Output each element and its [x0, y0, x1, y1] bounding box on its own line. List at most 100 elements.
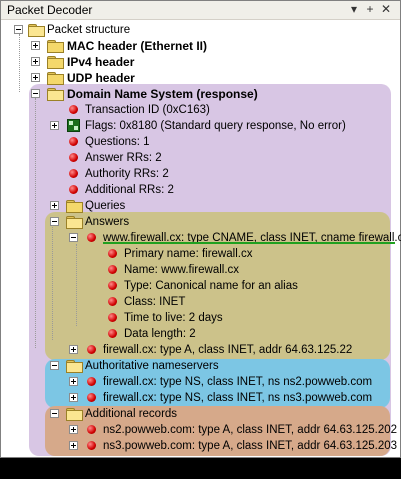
expand-toggle[interactable] — [50, 201, 59, 210]
pin-icon[interactable]: + — [363, 2, 377, 16]
expand-toggle[interactable] — [50, 121, 59, 130]
tree-row-flags[interactable]: Flags: 0x8180 (Standard query response, … — [1, 118, 346, 134]
collapse-toggle[interactable] — [14, 25, 23, 34]
tree-label: Transaction ID (0xC163) — [85, 104, 210, 116]
folder-open-icon — [47, 88, 64, 101]
tree-label: Queries — [85, 200, 126, 212]
folder-icon — [66, 200, 83, 213]
tree-label: Flags: 0x8180 (Standard query response, … — [85, 120, 346, 132]
tree-row-answer-field[interactable]: Class: INET — [1, 294, 301, 310]
collapse-toggle[interactable] — [69, 233, 78, 242]
folder-open-icon — [66, 360, 83, 373]
field-bullet-icon — [69, 185, 78, 194]
record-bullet-icon — [87, 345, 96, 354]
tree-row-authority-rrs[interactable]: Authority RRs: 2 — [1, 166, 301, 182]
field-bullet-icon — [69, 137, 78, 146]
tree-label: firewall.cx: type NS, class INET, ns ns3… — [103, 392, 373, 404]
tree-label: Primary name: firewall.cx — [124, 248, 253, 260]
close-icon[interactable]: ✕ — [379, 2, 393, 16]
tree-row-dns[interactable]: Domain Name System (response) — [1, 86, 361, 102]
tree-row-mac-header[interactable]: MAC header (Ethernet II) — [1, 38, 301, 54]
folder-open-icon — [28, 24, 45, 37]
tree-label: UDP header — [67, 71, 135, 85]
folder-open-icon — [66, 408, 83, 421]
expand-toggle[interactable] — [69, 393, 78, 402]
field-bullet-icon — [69, 105, 78, 114]
collapse-toggle[interactable] — [50, 409, 59, 418]
tree-label: Additional RRs: 2 — [85, 184, 174, 196]
window-title: Packet Decoder — [7, 3, 93, 17]
tree-row-additional[interactable]: Additional records — [1, 406, 301, 422]
tree-label: firewall.cx: type NS, class INET, ns ns2… — [103, 376, 373, 388]
tree-label: Authoritative nameservers — [85, 360, 219, 372]
tree-row-queries[interactable]: Queries — [1, 198, 301, 214]
tree-row-answer-field[interactable]: Time to live: 2 days — [1, 310, 301, 326]
tree-row-answer-field[interactable]: Primary name: firewall.cx — [1, 246, 301, 262]
folder-icon — [47, 40, 64, 53]
flags-icon — [67, 119, 80, 132]
field-bullet-icon — [108, 281, 117, 290]
collapse-toggle[interactable] — [50, 217, 59, 226]
packet-tree: Packet structure MAC header (Ethernet II… — [1, 20, 401, 457]
expand-toggle[interactable] — [69, 345, 78, 354]
folder-open-icon — [66, 216, 83, 229]
tree-row-additional-a[interactable]: ns2.powweb.com: type A, class INET, addr… — [1, 422, 397, 438]
tree-label: firewall.cx: type A, class INET, addr 64… — [103, 344, 353, 356]
tree-label: Type: Canonical name for an alias — [124, 280, 298, 292]
field-bullet-icon — [108, 249, 117, 258]
tree-row-auth-ns[interactable]: firewall.cx: type NS, class INET, ns ns2… — [1, 374, 381, 390]
tree-row-transaction-id[interactable]: Transaction ID (0xC163) — [1, 102, 301, 118]
tree-row-questions[interactable]: Questions: 1 — [1, 134, 301, 150]
tree-row-answer-field[interactable]: Data length: 2 — [1, 326, 301, 342]
tree-row-answer-field[interactable]: Type: Canonical name for an alias — [1, 278, 301, 294]
tree-label: ns2.powweb.com: type A, class INET, addr… — [103, 424, 398, 436]
expand-toggle[interactable] — [31, 41, 40, 50]
tree-row-additional-a[interactable]: ns3.powweb.com: type A, class INET, addr… — [1, 438, 397, 454]
tree-row-udp-header[interactable]: UDP header — [1, 70, 301, 86]
folder-icon — [47, 56, 64, 69]
collapse-toggle[interactable] — [50, 361, 59, 370]
tree-row-answer-a[interactable]: firewall.cx: type A, class INET, addr 64… — [1, 342, 381, 358]
expand-toggle[interactable] — [69, 441, 78, 450]
field-bullet-icon — [108, 265, 117, 274]
tree-label: Answers — [85, 216, 130, 228]
tree-row-answer-field[interactable]: Name: www.firewall.cx — [1, 262, 301, 278]
expand-toggle[interactable] — [31, 73, 40, 82]
highlight-underline — [103, 242, 395, 244]
tree-label: Domain Name System (response) — [67, 87, 258, 101]
tree-row-packet-structure[interactable]: Packet structure — [1, 22, 301, 38]
field-bullet-icon — [69, 169, 78, 178]
expand-toggle[interactable] — [69, 377, 78, 386]
packet-decoder-panel: Packet Decoder ▾ + ✕ Packet structure MA… — [0, 0, 401, 458]
tree-row-auth-ns[interactable]: firewall.cx: type NS, class INET, ns ns3… — [1, 390, 381, 406]
tree-label: ns3.powweb.com: type A, class INET, addr… — [103, 440, 398, 452]
expand-toggle[interactable] — [31, 57, 40, 66]
record-bullet-icon — [87, 233, 96, 242]
record-bullet-icon — [87, 393, 96, 402]
tree-label: Packet structure — [47, 24, 131, 36]
tree-row-answers[interactable]: Answers — [1, 214, 301, 230]
tree-label: Answer RRs: 2 — [85, 152, 162, 164]
field-bullet-icon — [69, 153, 78, 162]
field-bullet-icon — [108, 313, 117, 322]
tree-label: Time to live: 2 days — [124, 312, 223, 324]
collapse-toggle[interactable] — [31, 89, 40, 98]
tree-row-answer-rrs[interactable]: Answer RRs: 2 — [1, 150, 301, 166]
expand-toggle[interactable] — [69, 425, 78, 434]
tree-label: Class: INET — [124, 296, 186, 308]
record-bullet-icon — [87, 425, 96, 434]
folder-icon — [47, 72, 64, 85]
record-bullet-icon — [87, 441, 96, 450]
field-bullet-icon — [108, 297, 117, 306]
tree-label: MAC header (Ethernet II) — [67, 39, 208, 53]
tree-label: IPv4 header — [67, 55, 135, 69]
tree-row-ipv4-header[interactable]: IPv4 header — [1, 54, 301, 70]
tree-label: Additional records — [85, 408, 178, 420]
tree-row-additional-rrs[interactable]: Additional RRs: 2 — [1, 182, 301, 198]
chevron-down-icon[interactable]: ▾ — [347, 2, 361, 16]
tree-label: Name: www.firewall.cx — [124, 264, 240, 276]
tree-label: Data length: 2 — [124, 328, 196, 340]
tree-row-authoritative[interactable]: Authoritative nameservers — [1, 358, 301, 374]
title-bar: Packet Decoder ▾ + ✕ — [1, 1, 400, 20]
record-bullet-icon — [87, 377, 96, 386]
